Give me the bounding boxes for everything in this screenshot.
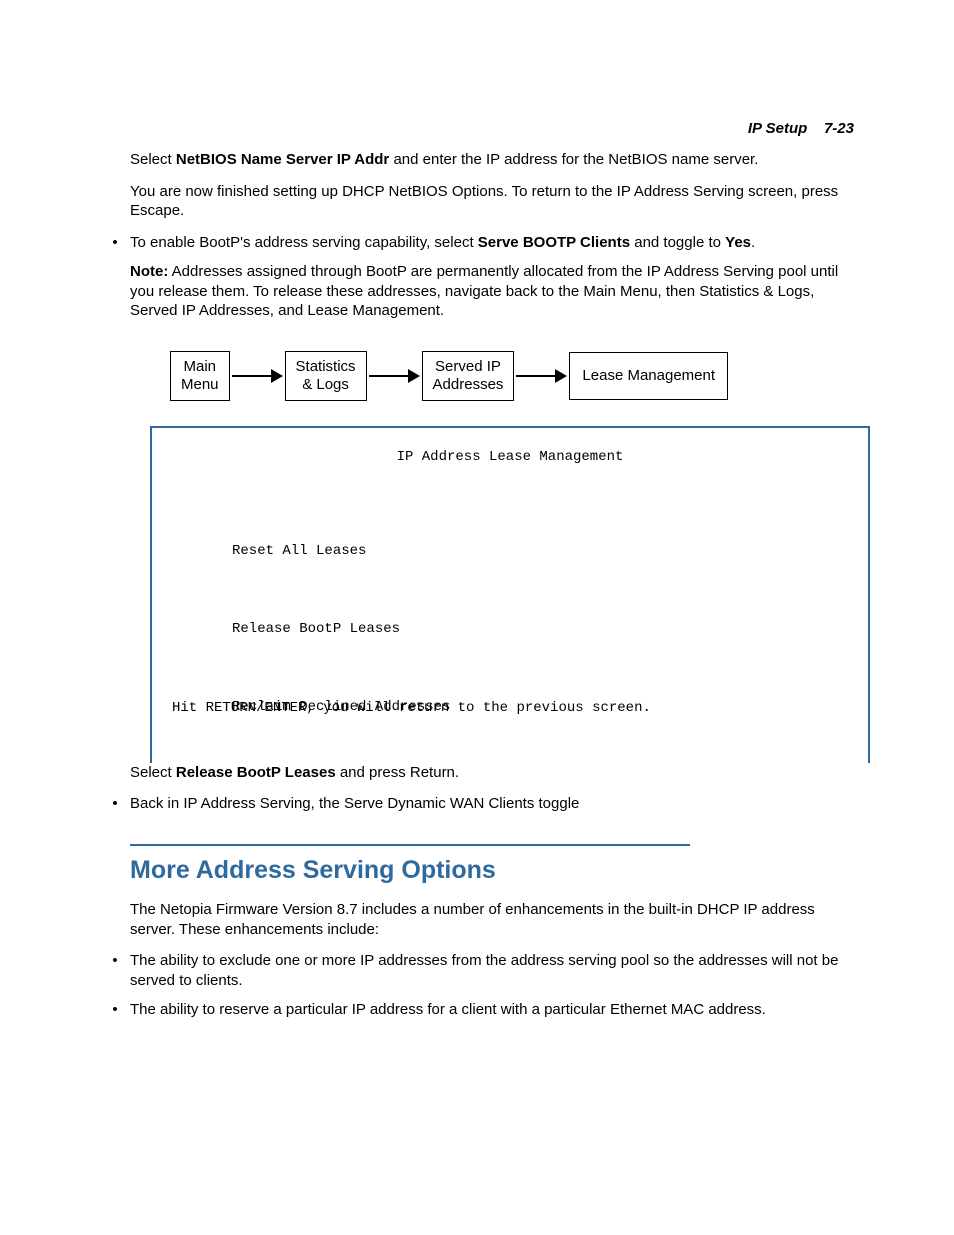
bullet-text: To enable BootP's address serving capabi…	[130, 233, 860, 253]
section-body: The Netopia Firmware Version 8.7 include…	[130, 900, 860, 1020]
panel-item-release: Release BootP Leases	[232, 617, 450, 643]
flow-box-lease-management: Lease Management	[569, 352, 728, 400]
bullet-icon: •	[100, 1000, 130, 1020]
flow-box-main-menu: Main Menu	[170, 351, 230, 401]
text: To enable BootP's address serving capabi…	[130, 234, 478, 251]
panel-footer-hint: Hit RETURN/ENTER, you will return to the…	[172, 699, 651, 717]
bold-text: Serve BOOTP Clients	[478, 234, 630, 251]
panel-menu: Reset All Leases Release BootP Leases Re…	[232, 488, 450, 773]
text: .	[751, 234, 755, 251]
text: Select	[130, 764, 176, 781]
body-content: Select NetBIOS Name Server IP Addr and e…	[130, 150, 860, 1030]
bullet-icon: •	[100, 233, 130, 253]
bullet-back-in: • Back in IP Address Serving, the Serve …	[130, 794, 860, 814]
section-heading: More Address Serving Options	[130, 854, 860, 887]
terminal-panel: IP Address Lease Management Reset All Le…	[150, 426, 870, 763]
note-text: Addresses assigned through BootP are per…	[130, 263, 838, 319]
note-label: Note:	[130, 263, 168, 280]
text: and enter the IP address for the NetBIOS…	[389, 151, 758, 168]
section-intro: The Netopia Firmware Version 8.7 include…	[130, 900, 860, 939]
bullet-text: Back in IP Address Serving, the Serve Dy…	[130, 794, 860, 814]
section-bullet-1: • The ability to exclude one or more IP …	[130, 951, 860, 990]
flow-box-statistics: Statistics & Logs	[285, 351, 367, 401]
paragraph-finished: You are now finished setting up DHCP Net…	[130, 182, 860, 221]
text: Select	[130, 151, 176, 168]
panel-item-reset: Reset All Leases	[232, 539, 450, 565]
bullet-text: The ability to exclude one or more IP ad…	[130, 951, 860, 990]
section-bullet-2: • The ability to reserve a particular IP…	[130, 1000, 860, 1020]
page-header: IP Setup 7-23	[748, 120, 854, 137]
bullet-icon: •	[100, 794, 130, 814]
note-paragraph: Note: Addresses assigned through BootP a…	[130, 262, 860, 321]
arrow-icon	[367, 369, 422, 383]
flow-box-served-ip: Served IP Addresses	[422, 351, 515, 401]
text: and toggle to	[630, 234, 725, 251]
bold-text: NetBIOS Name Server IP Addr	[176, 151, 389, 168]
section-name: IP Setup	[748, 120, 807, 137]
arrow-icon	[230, 369, 285, 383]
panel-title: IP Address Lease Management	[152, 448, 868, 466]
bullet-icon: •	[100, 951, 130, 990]
navigation-flow-diagram: Main Menu Statistics & Logs Served IP Ad…	[170, 351, 860, 401]
page-number: 7-23	[824, 120, 854, 137]
arrow-icon	[514, 369, 569, 383]
bullet-bootp: • To enable BootP's address serving capa…	[130, 233, 860, 253]
spacer	[811, 120, 819, 137]
section-rule	[130, 844, 690, 846]
document-page: IP Setup 7-23 Select NetBIOS Name Server…	[0, 0, 954, 1235]
paragraph-netbios: Select NetBIOS Name Server IP Addr and e…	[130, 150, 860, 170]
bullet-text: The ability to reserve a particular IP a…	[130, 1000, 860, 1020]
bold-text: Yes	[725, 234, 751, 251]
